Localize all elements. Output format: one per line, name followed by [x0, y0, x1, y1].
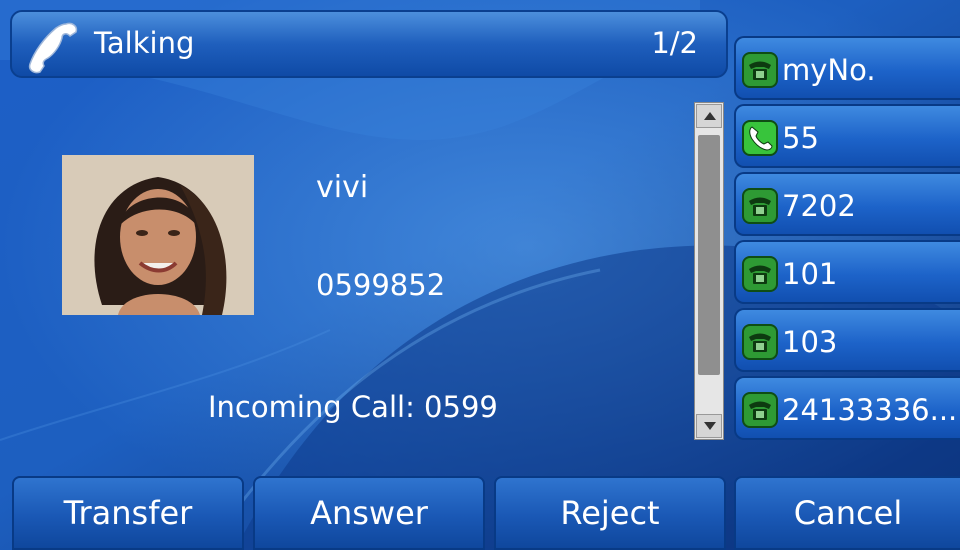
line-key-101[interactable]: 101 — [734, 240, 960, 304]
scrollbar-thumb[interactable] — [698, 135, 720, 375]
title-bar: Talking 1/2 — [10, 10, 728, 78]
screen-title: Talking — [94, 26, 195, 60]
call-status: Incoming Call: 0599 — [208, 390, 498, 424]
line-idle-icon — [742, 392, 778, 428]
line-key-24133336[interactable]: 24133336... — [734, 376, 960, 440]
transfer-button[interactable]: Transfer — [12, 476, 244, 550]
contact-number: 0599852 — [316, 268, 446, 302]
line-idle-icon — [742, 52, 778, 88]
line-key-label: 24133336... — [782, 393, 958, 427]
line-key-label: myNo. — [782, 53, 876, 87]
arrow-down-icon — [704, 422, 716, 430]
page-indicator: 1/2 — [651, 26, 698, 60]
contact-photo — [62, 155, 254, 315]
cancel-button[interactable]: Cancel — [734, 476, 960, 550]
arrow-up-icon — [704, 112, 716, 120]
line-active-icon — [742, 120, 778, 156]
line-key-label: 103 — [782, 325, 838, 359]
scrollbar[interactable] — [694, 102, 724, 440]
line-key-label: 101 — [782, 257, 838, 291]
reject-button[interactable]: Reject — [494, 476, 726, 550]
line-idle-icon — [742, 188, 778, 224]
line-key-7202[interactable]: 7202 — [734, 172, 960, 236]
line-key-103[interactable]: 103 — [734, 308, 960, 372]
scroll-up-button[interactable] — [696, 104, 722, 128]
line-key-myno[interactable]: myNo. — [734, 36, 960, 100]
answer-button[interactable]: Answer — [253, 476, 485, 550]
contact-name: vivi — [316, 170, 369, 205]
line-key-label: 7202 — [782, 189, 856, 223]
handset-icon — [28, 22, 78, 74]
line-key-55[interactable]: 55 — [734, 104, 960, 168]
line-key-label: 55 — [782, 121, 819, 155]
line-idle-icon — [742, 256, 778, 292]
phone-screen: Talking 1/2 vivi 0599852 Incoming Call: … — [0, 0, 960, 550]
line-idle-icon — [742, 324, 778, 360]
scroll-down-button[interactable] — [696, 414, 722, 438]
